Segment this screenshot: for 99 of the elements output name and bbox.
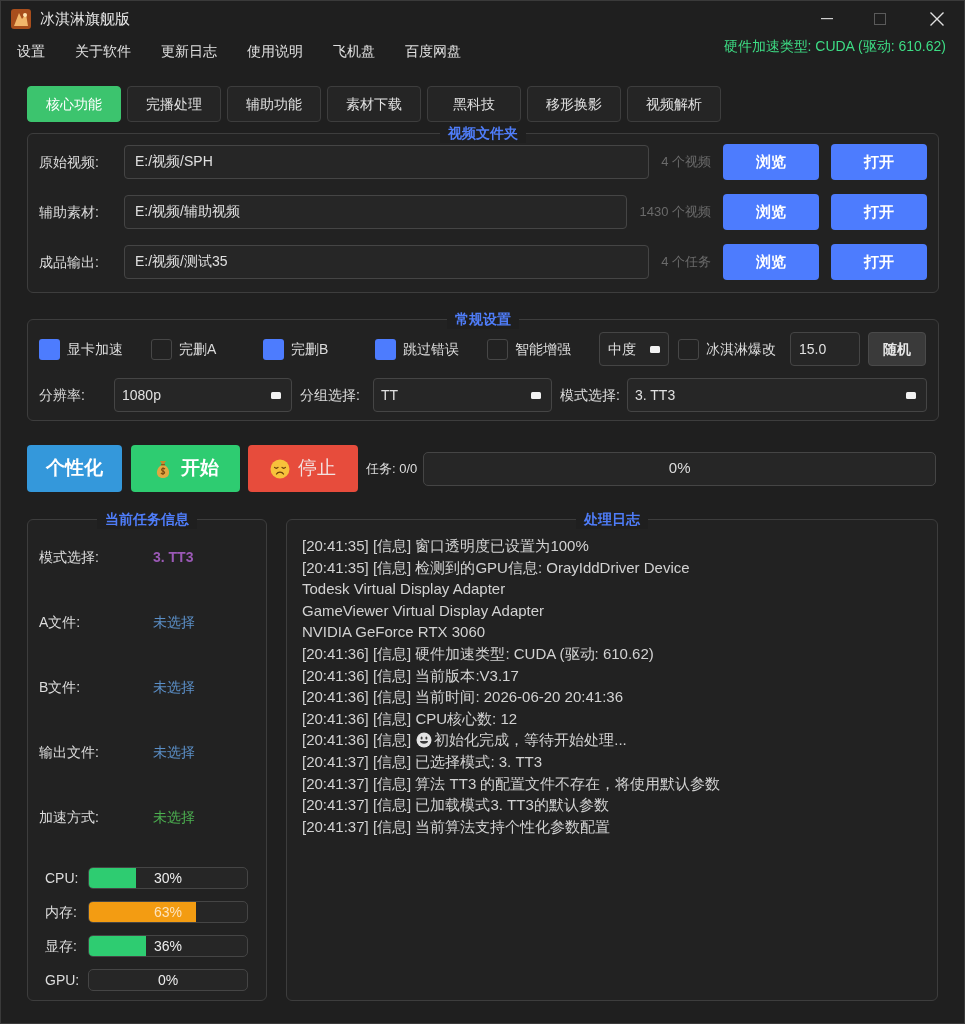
menu-item[interactable]: 飞机盘 (333, 40, 375, 62)
info-value: 未选择 (153, 742, 195, 762)
dropdown[interactable]: TT (373, 378, 552, 412)
log-line: [20:41:36] [信息] 当前版本:V3.17 (302, 665, 519, 686)
log-line: [20:41:36] [信息] 当前时间: 2026-06-20 20:41:36 (302, 687, 623, 708)
file-count: 1430 个视频 (639, 203, 711, 222)
tab[interactable]: 视频解析 (627, 86, 721, 122)
open-button[interactable]: 打开 (831, 144, 927, 180)
dropdown[interactable]: 3. TT3 (627, 378, 927, 412)
group-title: 常规设置 (447, 309, 519, 329)
app-icon (11, 9, 31, 29)
usage-label: 显存: (45, 936, 78, 956)
group-title: 视频文件夹 (440, 123, 526, 143)
task-count: 任务: 0/0 (366, 459, 418, 478)
tab[interactable]: 完播处理 (127, 86, 221, 122)
info-label: 输出文件: (39, 742, 100, 762)
checkbox[interactable] (263, 338, 284, 360)
browse-button[interactable]: 浏览 (723, 194, 819, 230)
path-field[interactable]: E:/视频/辅助视频 (124, 195, 628, 229)
field-label: 原始视频: (39, 152, 100, 172)
menu-item[interactable]: 关于软件 (75, 40, 131, 62)
path-field[interactable]: E:/视频/SPH (124, 145, 650, 179)
dropdown[interactable]: 中度 (599, 332, 669, 366)
maximize-icon[interactable] (874, 13, 886, 25)
group-title: 处理日志 (576, 509, 648, 529)
info-value: 3. TT3 (153, 547, 194, 567)
log-line: [20:41:37] [信息] 算法 TT3 的配置文件不存在，将使用默认参数 (302, 773, 721, 794)
log-line: [20:41:36] [信息] CPU核心数: 12 (302, 708, 518, 729)
usage-reading: 0% (157, 970, 179, 990)
usage-reading: 63% (154, 902, 182, 922)
usage-label: CPU: (45, 868, 80, 888)
log-line: [20:41:35] [信息] 窗口透明度已设置为100% (302, 536, 589, 556)
random-button[interactable]: 随机 (868, 332, 926, 366)
usage-reading: 36% (154, 936, 182, 956)
checkbox[interactable] (487, 338, 508, 360)
field-label: 成品输出: (39, 252, 100, 272)
log-line: [20:41:37] [信息] 已加载模式3. TT3的默认参数 (302, 795, 609, 816)
window-title: 冰淇淋旗舰版 (40, 8, 130, 29)
progress-text: 0% (668, 458, 691, 479)
tab[interactable]: 辅助功能 (227, 86, 321, 122)
checkbox[interactable] (39, 338, 60, 360)
checkbox-label: 跳过错误 (403, 339, 459, 359)
log-line: 初始化完成，等待开始处理... (434, 730, 627, 751)
log-line: [20:41:36] [信息] 硬件加速类型: CUDA (驱动: 610.62) (302, 643, 654, 664)
log-line: Todesk Virtual Display Adapter (302, 579, 506, 600)
open-button[interactable]: 打开 (831, 194, 927, 230)
tab[interactable]: 移形换影 (527, 86, 621, 122)
browse-button[interactable]: 浏览 (723, 144, 819, 180)
menu-item[interactable]: 使用说明 (247, 40, 303, 62)
log-line: [20:41:37] [信息] 当前算法支持个性化参数配置 (302, 816, 611, 837)
log-line: NVIDIA GeForce RTX 3060 (302, 622, 486, 643)
group-title: 当前任务信息 (97, 509, 197, 529)
tab[interactable]: 素材下载 (327, 86, 421, 122)
dropdown-marker-icon (271, 391, 281, 399)
file-count: 4 个视频 (661, 153, 711, 172)
menu-item[interactable]: 设置 (17, 40, 45, 62)
log-line: [20:41:36] [信息] (302, 730, 412, 751)
dropdown[interactable]: 1080p (114, 378, 292, 412)
checkbox-label: 显卡加速 (67, 339, 123, 359)
field-label: 分辨率: (39, 385, 86, 405)
info-label: 模式选择: (39, 547, 100, 567)
dropdown-marker-icon (906, 391, 916, 399)
minimize-icon[interactable] (821, 18, 833, 20)
usage-label: GPU: (45, 970, 81, 990)
grinning-face-icon (416, 732, 433, 749)
usage-reading: 30% (154, 868, 182, 888)
sad-face-icon (270, 458, 290, 479)
dropdown-marker-icon (531, 391, 541, 399)
info-label: 加速方式: (39, 807, 100, 827)
open-button[interactable]: 打开 (831, 244, 927, 280)
checkbox-label: 智能增强 (515, 339, 571, 359)
checkbox-label: 冰淇淋爆改 (706, 339, 776, 359)
checkbox[interactable] (151, 338, 172, 360)
log-line: GameViewer Virtual Display Adapter (302, 600, 545, 621)
close-icon[interactable] (930, 12, 944, 26)
log-line: [20:41:35] [信息] 检测到的GPU信息: OrayIddDriver Device (302, 557, 690, 578)
info-value: 未选择 (153, 677, 195, 697)
browse-button[interactable]: 浏览 (723, 244, 819, 280)
menu-item[interactable]: 更新日志 (161, 40, 217, 62)
file-count: 4 个任务 (661, 253, 711, 272)
usage-label: 内存: (45, 902, 78, 922)
checkbox[interactable] (678, 338, 699, 360)
info-label: A文件: (39, 612, 82, 632)
checkbox-label: 完删B (291, 339, 329, 359)
info-value: 未选择 (153, 807, 195, 827)
field-label: 模式选择: (560, 385, 621, 405)
info-label: B文件: (39, 677, 82, 697)
checkbox-label: 完删A (179, 339, 217, 359)
hardware-status: 硬件加速类型: CUDA (驱动: 610.62) (723, 36, 946, 56)
dropdown-marker-icon (650, 345, 660, 353)
path-field[interactable]: E:/视频/测试35 (124, 245, 650, 279)
field-label: 辅助素材: (39, 202, 100, 222)
field-label: 分组选择: (300, 385, 361, 405)
number-field[interactable]: 15.0 (790, 332, 860, 366)
menu-item[interactable]: 百度网盘 (405, 40, 461, 62)
info-value: 未选择 (153, 612, 195, 632)
checkbox[interactable] (375, 338, 396, 360)
log-line: [20:41:37] [信息] 已选择模式: 3. TT3 (302, 751, 543, 772)
tab[interactable]: 黑科技 (427, 86, 521, 122)
